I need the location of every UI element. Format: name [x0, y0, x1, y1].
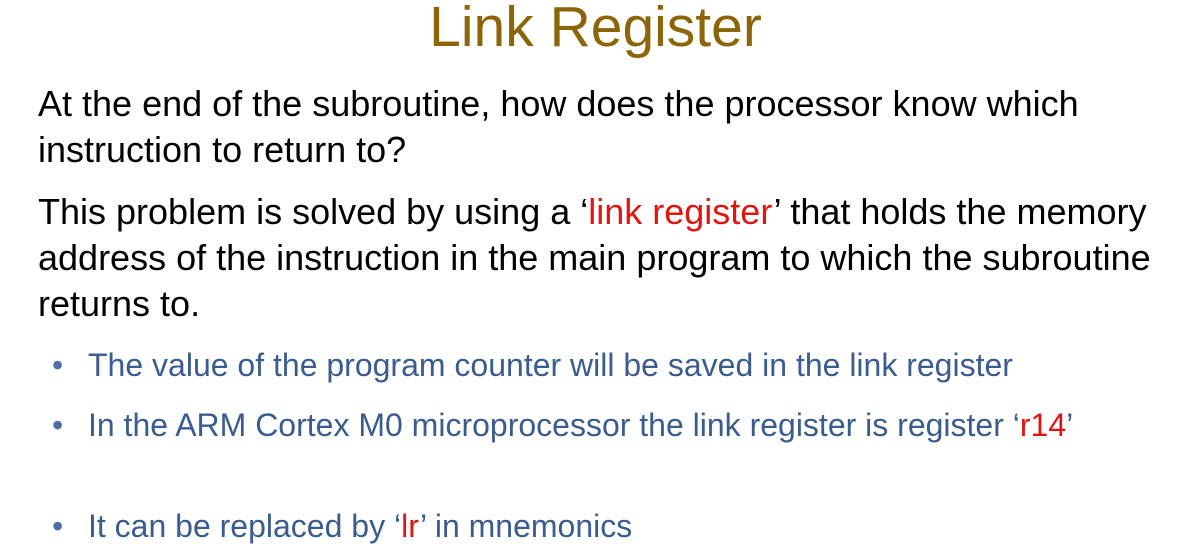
bullet-dot-icon: •: [52, 508, 64, 544]
question-paragraph: At the end of the subroutine, how does t…: [38, 81, 1178, 173]
bullet-text-after: ’: [1066, 407, 1074, 443]
bullet-text-before: It can be replaced by ‘: [88, 508, 402, 544]
r14-highlight: r14: [1019, 407, 1067, 443]
link-register-highlight: link register: [588, 191, 774, 232]
bullet-text-after: ’ in mnemonics: [420, 508, 633, 544]
bullet-dot-icon: •: [52, 407, 64, 443]
bullet-text-before: In the ARM Cortex M0 microprocessor the …: [88, 407, 1020, 443]
answer-text-before: This problem is solved by using a ‘: [38, 191, 589, 232]
bullet-text: In the ARM Cortex M0 microprocessor the …: [88, 404, 1152, 446]
bullet-dot-icon: •: [52, 347, 64, 383]
bullet-item-program-counter: • The value of the program counter will …: [52, 344, 1152, 386]
bullet-text: The value of the program counter will be…: [88, 344, 1152, 386]
slide-title: Link Register: [429, 0, 762, 59]
bullet-item-r14: • In the ARM Cortex M0 microprocessor th…: [52, 404, 1152, 446]
question-text: At the end of the subroutine, how does t…: [38, 83, 1079, 170]
bullet-text-before: The value of the program counter will be…: [88, 347, 1013, 383]
bullet-text: It can be replaced by ‘lr’ in mnemonics: [88, 505, 1152, 547]
bullet-item-lr: • It can be replaced by ‘lr’ in mnemonic…: [52, 505, 1152, 547]
answer-paragraph: This problem is solved by using a ‘link …: [38, 189, 1178, 327]
lr-highlight: lr: [401, 508, 421, 544]
